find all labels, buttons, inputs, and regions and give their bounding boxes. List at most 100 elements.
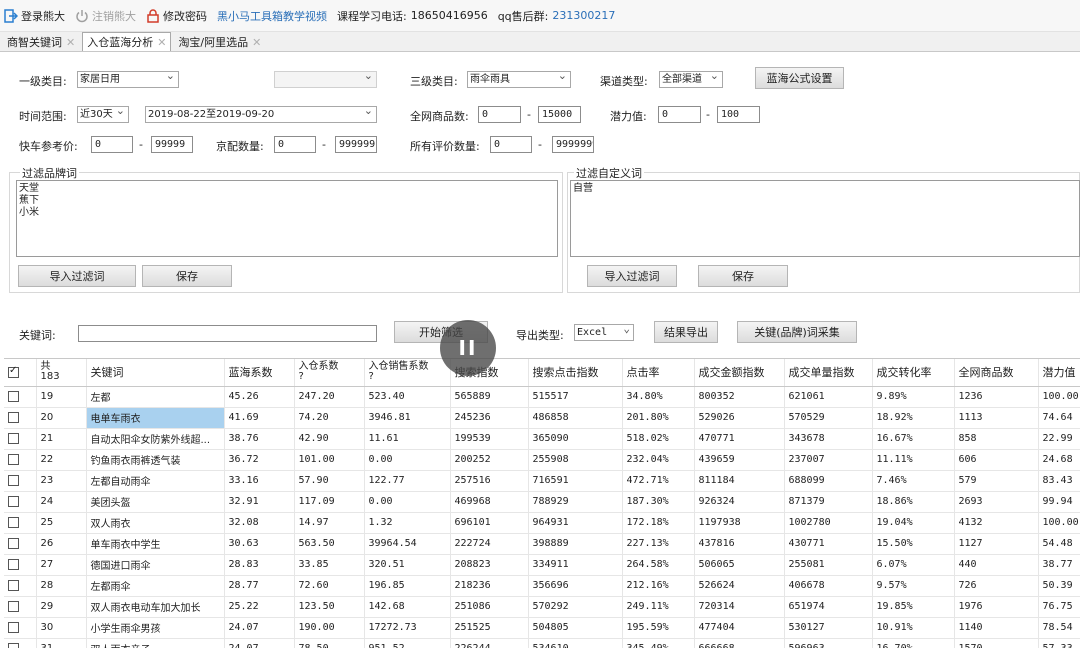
price-min-input[interactable]: 0 bbox=[91, 136, 133, 153]
custom-filter-textarea[interactable]: 自营 bbox=[570, 180, 1080, 257]
keyword-collect-button[interactable]: 关键(品牌)词采集 bbox=[737, 321, 857, 343]
price-max-input[interactable]: 99999 bbox=[151, 136, 193, 153]
brand-filter-textarea[interactable]: 天堂 蕉下 小米 bbox=[16, 180, 558, 257]
conversion-cell: 18.92% bbox=[872, 407, 955, 429]
table-row[interactable]: 29 双人雨衣电动车加大加长 25.22 123.50 142.68 251086 5702… bbox=[4, 596, 1080, 618]
conversion-cell: 19.04% bbox=[872, 512, 955, 534]
col-warehouse-sales[interactable]: 入仓销售系数? bbox=[364, 359, 451, 387]
row-checkbox[interactable] bbox=[8, 432, 19, 444]
row-select-cell[interactable] bbox=[4, 512, 37, 534]
close-icon[interactable]: ✕ bbox=[252, 36, 261, 49]
row-checkbox[interactable] bbox=[8, 537, 19, 549]
tutorial-video-link[interactable]: 黑小马工具箱教学视频 bbox=[217, 5, 327, 27]
tab-blue-ocean-analysis[interactable]: 入仓蓝海分析 ✕ bbox=[82, 32, 172, 51]
row-select-cell[interactable] bbox=[4, 617, 37, 639]
export-result-button[interactable]: 结果导出 bbox=[654, 321, 718, 343]
col-blue-ocean[interactable]: 蓝海系数 bbox=[224, 359, 295, 387]
table-row[interactable]: 25 双人雨衣 32.08 14.97 1.32 696101 964931 172.18% 1… bbox=[4, 512, 1080, 534]
login-button[interactable]: 登录熊大 bbox=[4, 5, 65, 27]
date-range-select[interactable]: 2019-08-22至2019-09-20 bbox=[145, 106, 377, 123]
select-all-cell[interactable] bbox=[4, 359, 37, 387]
col-ctr[interactable]: 点击率 bbox=[622, 359, 695, 387]
col-keyword[interactable]: 关键词 bbox=[86, 359, 225, 387]
tab-taobao-selection[interactable]: 淘宝/阿里选品 ✕ bbox=[173, 32, 266, 51]
table-row[interactable]: 30 小学生雨伞男孩 24.07 190.00 17272.73 251525 504805… bbox=[4, 617, 1080, 639]
table-row[interactable]: 21 自动太阳伞女防紫外线超... 38.76 42.90 11.61 199539 365… bbox=[4, 428, 1080, 450]
col-conversion[interactable]: 成交转化率 bbox=[872, 359, 955, 387]
row-checkbox[interactable] bbox=[8, 642, 19, 648]
tab-shangzhi-keywords[interactable]: 商智关键词 ✕ bbox=[2, 32, 80, 51]
col-warehouse[interactable]: 入仓系数? bbox=[294, 359, 365, 387]
results-grid[interactable]: 共183 关键词 蓝海系数 入仓系数? 入仓销售系数? 搜索指数 搜索点击指数 … bbox=[4, 358, 1080, 648]
row-checkbox[interactable] bbox=[8, 558, 19, 570]
keyword-input[interactable] bbox=[78, 325, 377, 342]
row-checkbox[interactable] bbox=[8, 621, 19, 633]
col-goods-count[interactable]: 全网商品数 bbox=[954, 359, 1039, 387]
custom-save-button[interactable]: 保存 bbox=[698, 265, 788, 287]
row-checkbox[interactable] bbox=[8, 579, 19, 591]
table-row[interactable]: 31双人雨衣亲子24.0778.50951.52226244534610345.… bbox=[4, 638, 1080, 648]
warehouse-sales-cell: 3946.81 bbox=[364, 407, 451, 429]
row-select-cell[interactable] bbox=[4, 470, 37, 492]
table-row[interactable]: 19 左都 45.26 247.20 523.40 565889 515517 34.80% 8… bbox=[4, 386, 1080, 408]
keyword-cell: 单车雨衣中学生 bbox=[86, 533, 225, 555]
row-checkbox[interactable] bbox=[8, 390, 19, 402]
row-checkbox[interactable] bbox=[8, 474, 19, 486]
table-row[interactable]: 24 美团头盔 32.91 117.09 0.00 469968 788929 187.30%… bbox=[4, 491, 1080, 513]
cat1-select[interactable]: 家居日用 bbox=[77, 71, 179, 88]
row-checkbox[interactable] bbox=[8, 495, 19, 507]
change-password-button[interactable]: 修改密码 bbox=[146, 5, 207, 27]
channel-select[interactable]: 全部渠道 bbox=[659, 71, 723, 88]
close-icon[interactable]: ✕ bbox=[157, 36, 166, 49]
row-checkbox[interactable] bbox=[8, 453, 19, 465]
select-all-checkbox[interactable] bbox=[8, 365, 19, 379]
time-range-select[interactable]: 近30天 bbox=[77, 106, 129, 123]
potential-min-input[interactable]: 0 bbox=[658, 106, 701, 123]
table-row[interactable]: 22 钓鱼雨衣雨裤透气装 36.72 101.00 0.00 200252 255908 23… bbox=[4, 449, 1080, 471]
row-select-cell[interactable] bbox=[4, 638, 37, 648]
table-row[interactable]: 23 左都自动雨伞 33.16 57.90 122.77 257516 716591 472.… bbox=[4, 470, 1080, 492]
row-select-cell[interactable] bbox=[4, 449, 37, 471]
col-deal-orders[interactable]: 成交单量指数 bbox=[784, 359, 873, 387]
potential-cell: 22.99 bbox=[1038, 428, 1080, 450]
jd-max-input[interactable]: 999999 bbox=[335, 136, 377, 153]
row-select-cell[interactable] bbox=[4, 491, 37, 513]
goods-max-input[interactable]: 15000 bbox=[538, 106, 581, 123]
table-row[interactable]: 28 左都雨伞 28.77 72.60 196.85 218236 356696 212.16… bbox=[4, 575, 1080, 597]
cat3-select[interactable]: 雨伞雨具 bbox=[467, 71, 571, 88]
warehouse-sales-cell: 196.85 bbox=[364, 575, 451, 597]
login-label: 登录熊大 bbox=[21, 9, 65, 23]
table-row[interactable]: 20 电单车雨衣 41.69 74.20 3946.81 245236 486858 201.… bbox=[4, 407, 1080, 429]
brand-import-button[interactable]: 导入过滤词 bbox=[18, 265, 136, 287]
col-search-click-index[interactable]: 搜索点击指数 bbox=[528, 359, 623, 387]
row-select-cell[interactable] bbox=[4, 386, 37, 408]
goods-min-input[interactable]: 0 bbox=[478, 106, 521, 123]
row-checkbox[interactable] bbox=[8, 411, 19, 423]
col-potential[interactable]: 潜力值 bbox=[1038, 359, 1080, 387]
jd-min-input[interactable]: 0 bbox=[274, 136, 316, 153]
col-deal-amount[interactable]: 成交金额指数 bbox=[694, 359, 785, 387]
row-select-cell[interactable] bbox=[4, 407, 37, 429]
brand-save-button[interactable]: 保存 bbox=[142, 265, 232, 287]
row-select-cell[interactable] bbox=[4, 533, 37, 555]
row-select-cell[interactable] bbox=[4, 554, 37, 576]
pause-overlay[interactable]: II bbox=[440, 320, 496, 376]
potential-max-input[interactable]: 100 bbox=[717, 106, 760, 123]
custom-import-button[interactable]: 导入过滤词 bbox=[587, 265, 677, 287]
row-checkbox[interactable] bbox=[8, 516, 19, 528]
table-row[interactable]: 26 单车雨衣中学生 30.63 563.50 39964.54 222724 398889… bbox=[4, 533, 1080, 555]
close-icon[interactable]: ✕ bbox=[66, 36, 75, 49]
logout-button[interactable]: 注销熊大 bbox=[75, 5, 136, 27]
blue-ocean-cell: 45.26 bbox=[224, 386, 295, 408]
review-max-input[interactable]: 9999999 bbox=[552, 136, 594, 153]
row-select-cell[interactable] bbox=[4, 596, 37, 618]
export-type-select[interactable]: Excel bbox=[574, 324, 634, 341]
table-row[interactable]: 27 德国进口雨伞 28.83 33.85 320.51 208823 334911 264.… bbox=[4, 554, 1080, 576]
search-index-cell: 218236 bbox=[450, 575, 529, 597]
row-select-cell[interactable] bbox=[4, 575, 37, 597]
cat2-select[interactable] bbox=[274, 71, 377, 88]
row-checkbox[interactable] bbox=[8, 600, 19, 612]
review-min-input[interactable]: 0 bbox=[490, 136, 532, 153]
row-select-cell[interactable] bbox=[4, 428, 37, 450]
blue-ocean-formula-button[interactable]: 蓝海公式设置 bbox=[755, 67, 844, 89]
